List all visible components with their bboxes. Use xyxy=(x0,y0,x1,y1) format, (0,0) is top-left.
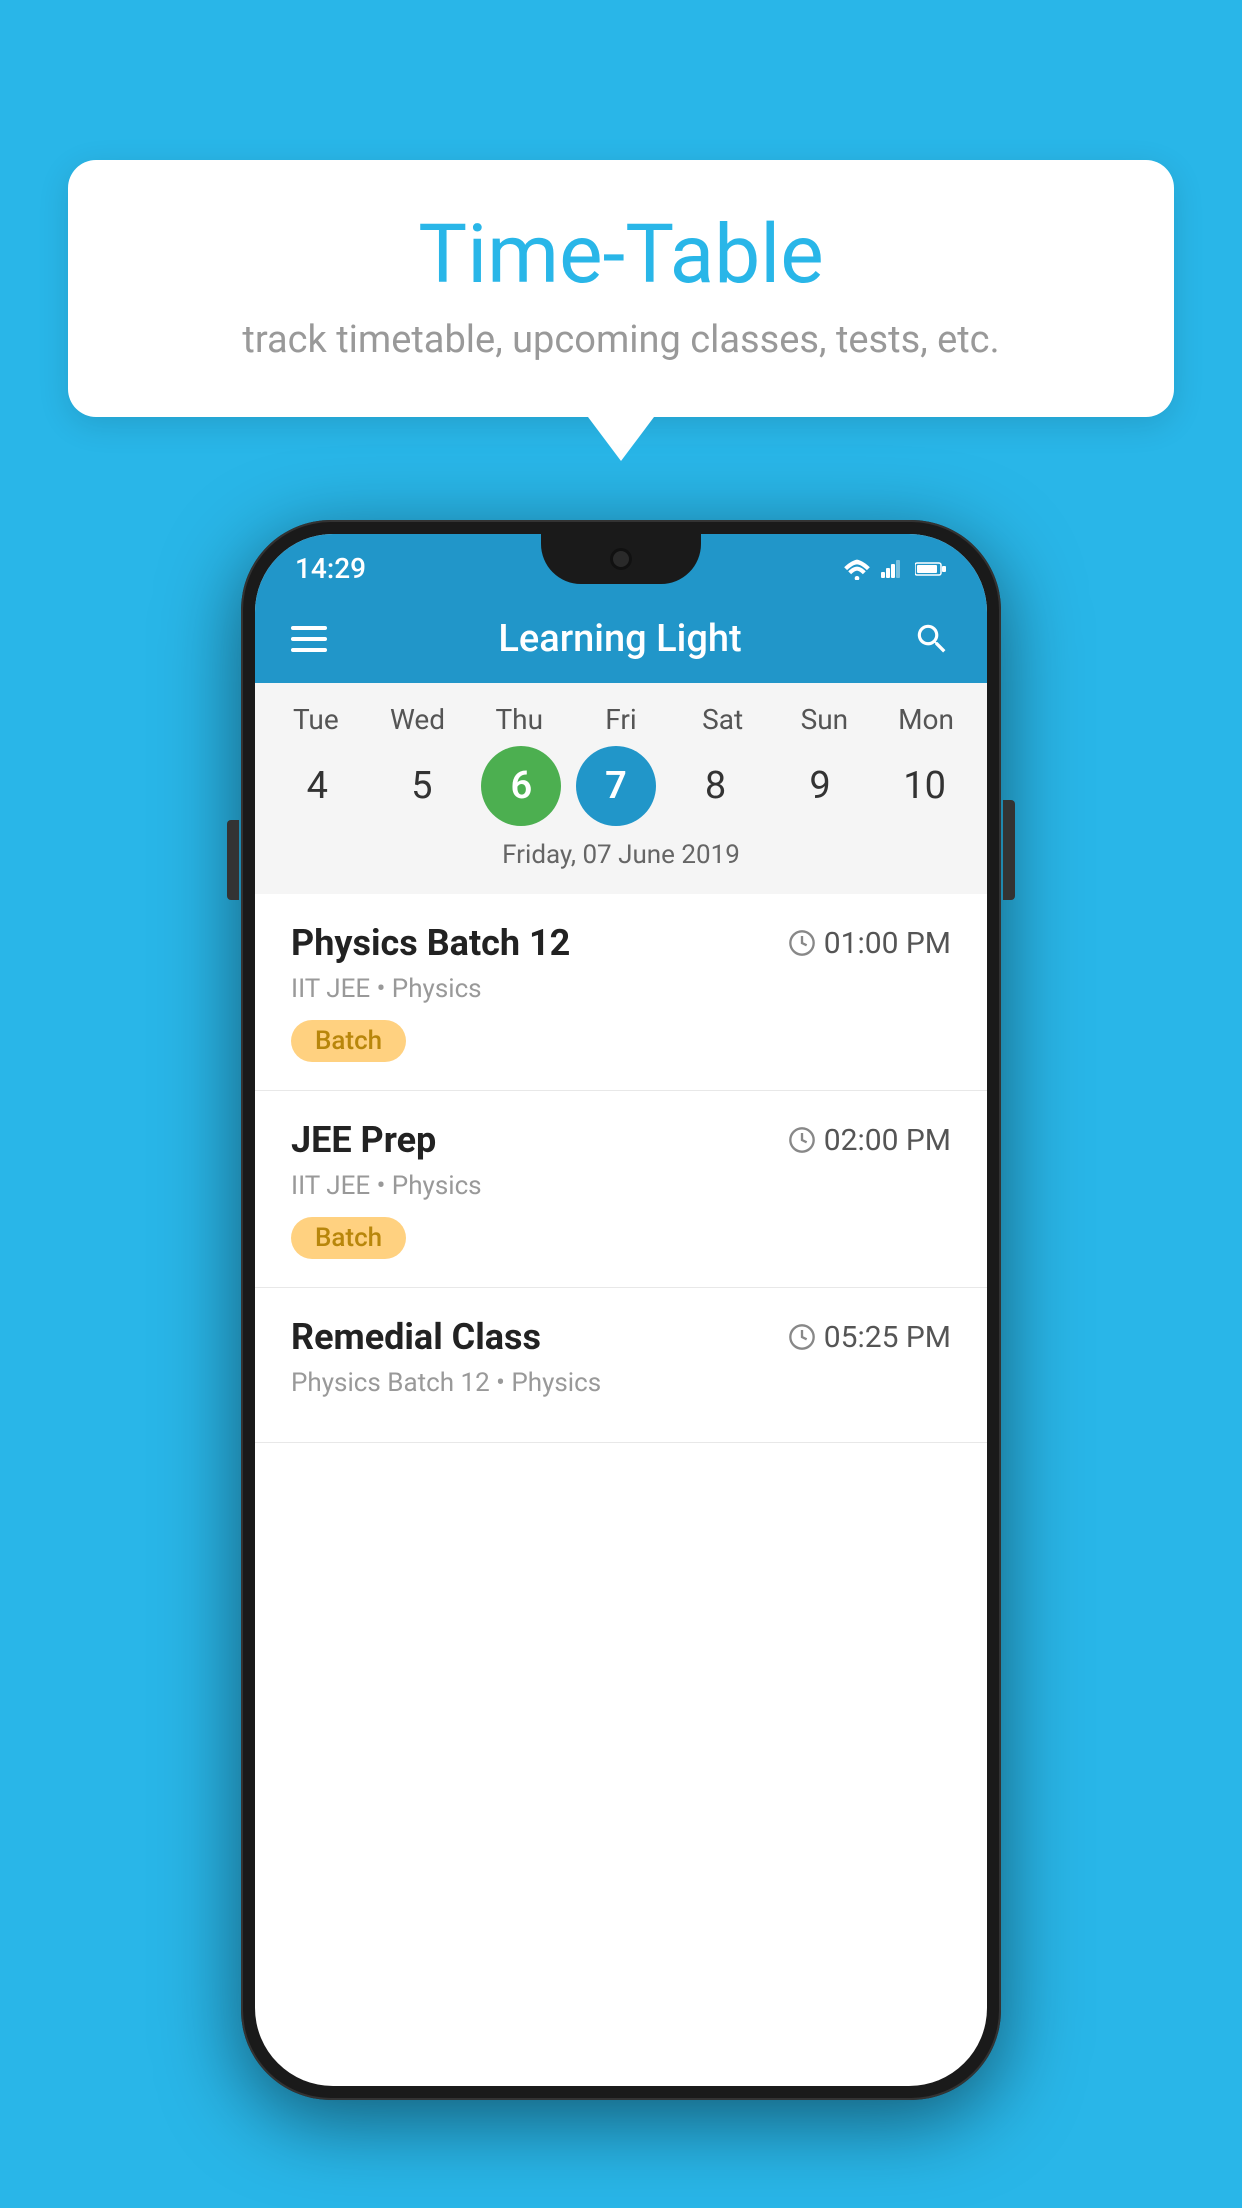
camera-notch xyxy=(610,548,632,570)
clock-icon-3 xyxy=(788,1323,816,1351)
day-numbers: 4 5 6 7 8 9 10 xyxy=(255,746,987,826)
status-icons xyxy=(843,558,947,580)
calendar-day-9[interactable]: 9 xyxy=(775,746,865,826)
search-button[interactable] xyxy=(913,620,951,658)
tooltip-title: Time-Table xyxy=(128,210,1114,300)
hamburger-line-3 xyxy=(291,648,327,652)
selected-date-label: Friday, 07 June 2019 xyxy=(255,840,987,884)
phone-mockup: 14:29 xyxy=(241,520,1001,2100)
status-time: 14:29 xyxy=(295,552,366,585)
item-header-3: Remedial Class 05:25 PM xyxy=(291,1316,951,1358)
item-time-text-2: 02:00 PM xyxy=(824,1123,951,1158)
item-header-2: JEE Prep 02:00 PM xyxy=(291,1119,951,1161)
calendar-strip: Tue Wed Thu Fri Sat Sun Mon 4 5 6 7 8 9 … xyxy=(255,683,987,894)
item-time-text-3: 05:25 PM xyxy=(824,1320,951,1355)
day-header-tue: Tue xyxy=(271,703,361,736)
day-header-fri: Fri xyxy=(576,703,666,736)
clock-icon-2 xyxy=(788,1126,816,1154)
day-header-sat: Sat xyxy=(678,703,768,736)
phone-inner: 14:29 xyxy=(255,534,987,2086)
calendar-day-7-selected[interactable]: 7 xyxy=(576,746,656,826)
hamburger-line-1 xyxy=(291,626,327,630)
hamburger-menu-button[interactable] xyxy=(291,626,327,652)
calendar-day-5[interactable]: 5 xyxy=(377,746,467,826)
day-header-thu: Thu xyxy=(474,703,564,736)
wifi-icon xyxy=(843,558,871,580)
day-headers: Tue Wed Thu Fri Sat Sun Mon xyxy=(255,703,987,736)
tooltip-card: Time-Table track timetable, upcoming cla… xyxy=(68,160,1174,417)
battery-icon xyxy=(915,559,947,579)
signal-icon xyxy=(881,558,905,580)
day-header-mon: Mon xyxy=(881,703,971,736)
schedule-item-2[interactable]: JEE Prep 02:00 PM IIT JEE • Physics Batc… xyxy=(255,1091,987,1288)
tooltip-subtitle: track timetable, upcoming classes, tests… xyxy=(128,318,1114,362)
batch-badge-1: Batch xyxy=(291,1020,406,1062)
batch-badge-2: Batch xyxy=(291,1217,406,1259)
day-header-wed: Wed xyxy=(373,703,463,736)
calendar-day-4[interactable]: 4 xyxy=(272,746,362,826)
calendar-day-8[interactable]: 8 xyxy=(671,746,761,826)
day-header-sun: Sun xyxy=(779,703,869,736)
calendar-day-6-today[interactable]: 6 xyxy=(481,746,561,826)
item-meta-3: Physics Batch 12 • Physics xyxy=(291,1368,951,1398)
schedule-item-3[interactable]: Remedial Class 05:25 PM Physics Batch 12… xyxy=(255,1288,987,1443)
item-time-1: 01:00 PM xyxy=(788,926,951,961)
item-meta-1: IIT JEE • Physics xyxy=(291,974,951,1004)
item-time-2: 02:00 PM xyxy=(788,1123,951,1158)
hamburger-line-2 xyxy=(291,637,327,641)
calendar-day-10[interactable]: 10 xyxy=(880,746,970,826)
item-header-1: Physics Batch 12 01:00 PM xyxy=(291,922,951,964)
clock-icon-1 xyxy=(788,929,816,957)
app-title: Learning Light xyxy=(498,617,741,661)
schedule-item-1[interactable]: Physics Batch 12 01:00 PM IIT JEE • Phys… xyxy=(255,894,987,1091)
item-time-text-1: 01:00 PM xyxy=(824,926,951,961)
app-bar: Learning Light xyxy=(255,595,987,683)
phone-outer: 14:29 xyxy=(241,520,1001,2100)
phone-notch xyxy=(541,534,701,584)
item-title-3: Remedial Class xyxy=(291,1316,541,1358)
item-meta-2: IIT JEE • Physics xyxy=(291,1171,951,1201)
item-title-2: JEE Prep xyxy=(291,1119,436,1161)
item-time-3: 05:25 PM xyxy=(788,1320,951,1355)
schedule-list: Physics Batch 12 01:00 PM IIT JEE • Phys… xyxy=(255,894,987,1443)
item-title-1: Physics Batch 12 xyxy=(291,922,570,964)
